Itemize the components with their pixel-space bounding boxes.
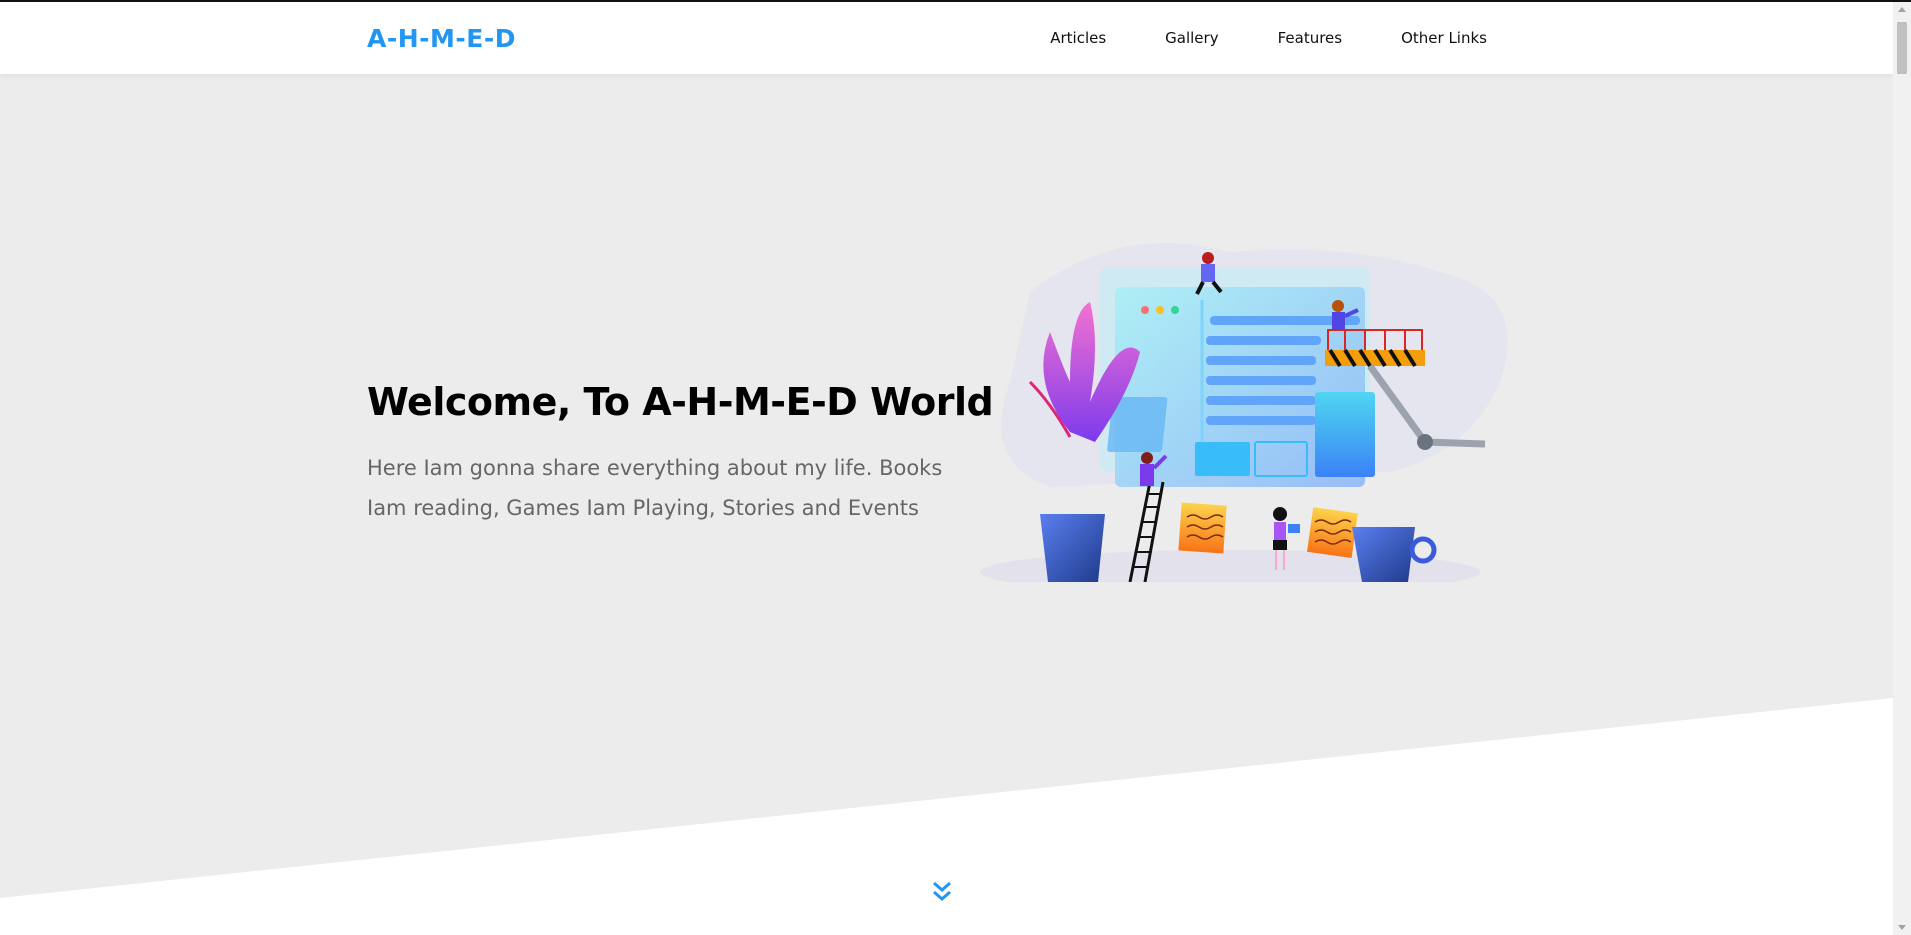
double-chevron-down-icon[interactable]: [931, 880, 953, 904]
nav-link-other-links[interactable]: Other Links: [1401, 29, 1487, 47]
main-nav: Articles Gallery Features Other Links: [991, 29, 1487, 47]
window-top-border: [0, 0, 1911, 2]
site-logo[interactable]: A-H-M-E-D: [367, 24, 516, 53]
page-scrollbar[interactable]: [1893, 2, 1911, 935]
nav-link-articles[interactable]: Articles: [1050, 29, 1106, 47]
scrollbar-thumb[interactable]: [1897, 22, 1907, 74]
scroll-down-arrow-icon[interactable]: [1898, 925, 1906, 930]
hero-description: Here Iam gonna share everything about my…: [367, 456, 943, 520]
web-development-illustration-icon: [980, 243, 1508, 582]
hero-title: Welcome, To A-H-M-E-D World: [367, 380, 994, 424]
scroll-up-arrow-icon[interactable]: [1898, 7, 1906, 12]
nav-link-gallery[interactable]: Gallery: [1165, 29, 1218, 47]
nav-link-features[interactable]: Features: [1278, 29, 1343, 47]
site-header: A-H-M-E-D Articles Gallery Features Othe…: [0, 2, 1893, 74]
